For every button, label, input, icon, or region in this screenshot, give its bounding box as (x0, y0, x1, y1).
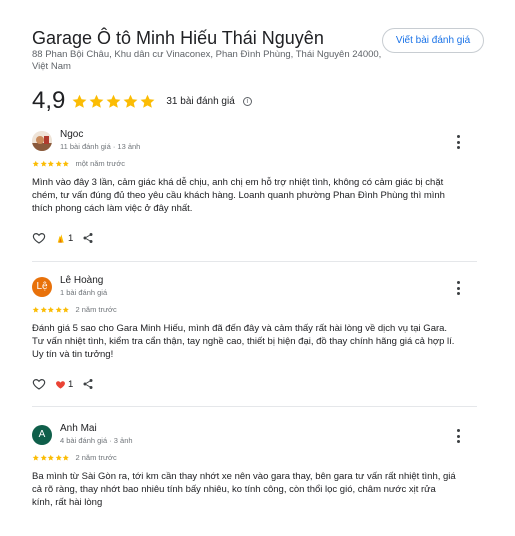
rating-summary: 4,9 31 bài đánh giá i (32, 87, 252, 115)
star-icon (47, 454, 54, 461)
review-item: Ngoc 11 bài đánh giá · 13 ảnh một năm tr… (32, 129, 477, 251)
review-stars (32, 160, 70, 168)
share-icon (83, 379, 93, 389)
star-icon (55, 306, 62, 313)
more-options-icon[interactable] (456, 281, 460, 295)
reaction-count: 1 (68, 232, 74, 244)
heart-outline-icon (32, 233, 46, 244)
star-icon (40, 306, 47, 313)
review-author-meta: 11 bài đánh giá · 13 ảnh (60, 142, 141, 151)
review-item: Lệ Lê Hoàng 1 bài đánh giá 2 năm trước Đ… (32, 275, 477, 397)
write-review-button[interactable]: Viết bài đánh giá (382, 28, 484, 53)
like-button[interactable] (32, 377, 46, 391)
share-button[interactable] (82, 232, 94, 244)
reaction-summary[interactable]: 1 (55, 232, 73, 244)
heart-outline-icon (32, 379, 46, 390)
clap-icon (57, 234, 64, 243)
reaction-summary[interactable]: 1 (55, 379, 73, 390)
reviews-panel: Garage Ô tô Minh Hiếu Thái Nguyên Viết b… (0, 0, 515, 536)
review-time: một năm trước (75, 159, 126, 168)
avatar[interactable]: A (32, 425, 52, 445)
photo-avatar-icon (32, 131, 52, 151)
review-rating: một năm trước (32, 159, 125, 168)
review-actions: 1 (32, 231, 103, 245)
review-author[interactable]: Ngoc (60, 129, 83, 140)
avatar[interactable]: Lệ (32, 277, 52, 297)
review-rating: 2 năm trước (32, 305, 117, 314)
share-icon (83, 233, 93, 243)
star-icon (62, 160, 69, 167)
star-icon (55, 454, 62, 461)
place-address: 88 Phan Bội Châu, Khu dân cư Vinaconex, … (32, 49, 382, 72)
star-icon (40, 160, 47, 167)
review-author-meta: 4 bài đánh giá · 3 ảnh (60, 436, 133, 445)
share-button[interactable] (82, 378, 94, 390)
divider (32, 406, 477, 407)
divider (32, 261, 477, 262)
review-text: Ba mình từ Sài Gòn ra, tới km cần thay n… (32, 471, 456, 508)
review-time: 2 năm trước (75, 453, 117, 462)
review-rating: 2 năm trước (32, 453, 117, 462)
review-actions: 1 (32, 377, 103, 391)
star-icon (32, 454, 39, 461)
star-icon (62, 306, 69, 313)
review-author-meta: 1 bài đánh giá (60, 288, 108, 297)
star-icon (123, 94, 138, 108)
like-button[interactable] (32, 231, 46, 245)
star-icon (47, 160, 54, 167)
rating-stars (71, 93, 156, 110)
star-icon (55, 160, 62, 167)
place-title: Garage Ô tô Minh Hiếu Thái Nguyên (32, 28, 324, 48)
review-text: Đánh giá 5 sao cho Gara Minh Hiếu, mình … (32, 323, 455, 360)
rating-value: 4,9 (32, 87, 66, 114)
star-icon (32, 160, 39, 167)
star-icon (47, 306, 54, 313)
avatar[interactable] (32, 131, 52, 151)
star-icon (32, 306, 39, 313)
star-icon (40, 454, 47, 461)
review-stars (32, 306, 70, 314)
star-icon (140, 94, 155, 108)
heart-icon (56, 380, 65, 389)
star-icon (89, 94, 104, 108)
star-icon (72, 94, 87, 108)
review-text: Mình vào đây 3 lần, cảm giác khá dễ chịu… (32, 177, 445, 214)
review-time: 2 năm trước (75, 305, 117, 314)
review-author[interactable]: Anh Mai (60, 423, 97, 434)
more-options-icon[interactable] (456, 429, 460, 443)
review-author[interactable]: Lê Hoàng (60, 275, 103, 286)
review-item: A Anh Mai 4 bài đánh giá · 3 ảnh 2 năm t… (32, 423, 477, 525)
info-icon[interactable]: i (242, 96, 252, 106)
reaction-count: 1 (68, 378, 74, 390)
review-stars (32, 454, 70, 462)
star-icon (62, 454, 69, 461)
star-icon (106, 94, 121, 108)
more-options-icon[interactable] (456, 135, 460, 149)
review-count[interactable]: 31 bài đánh giá (166, 96, 234, 107)
